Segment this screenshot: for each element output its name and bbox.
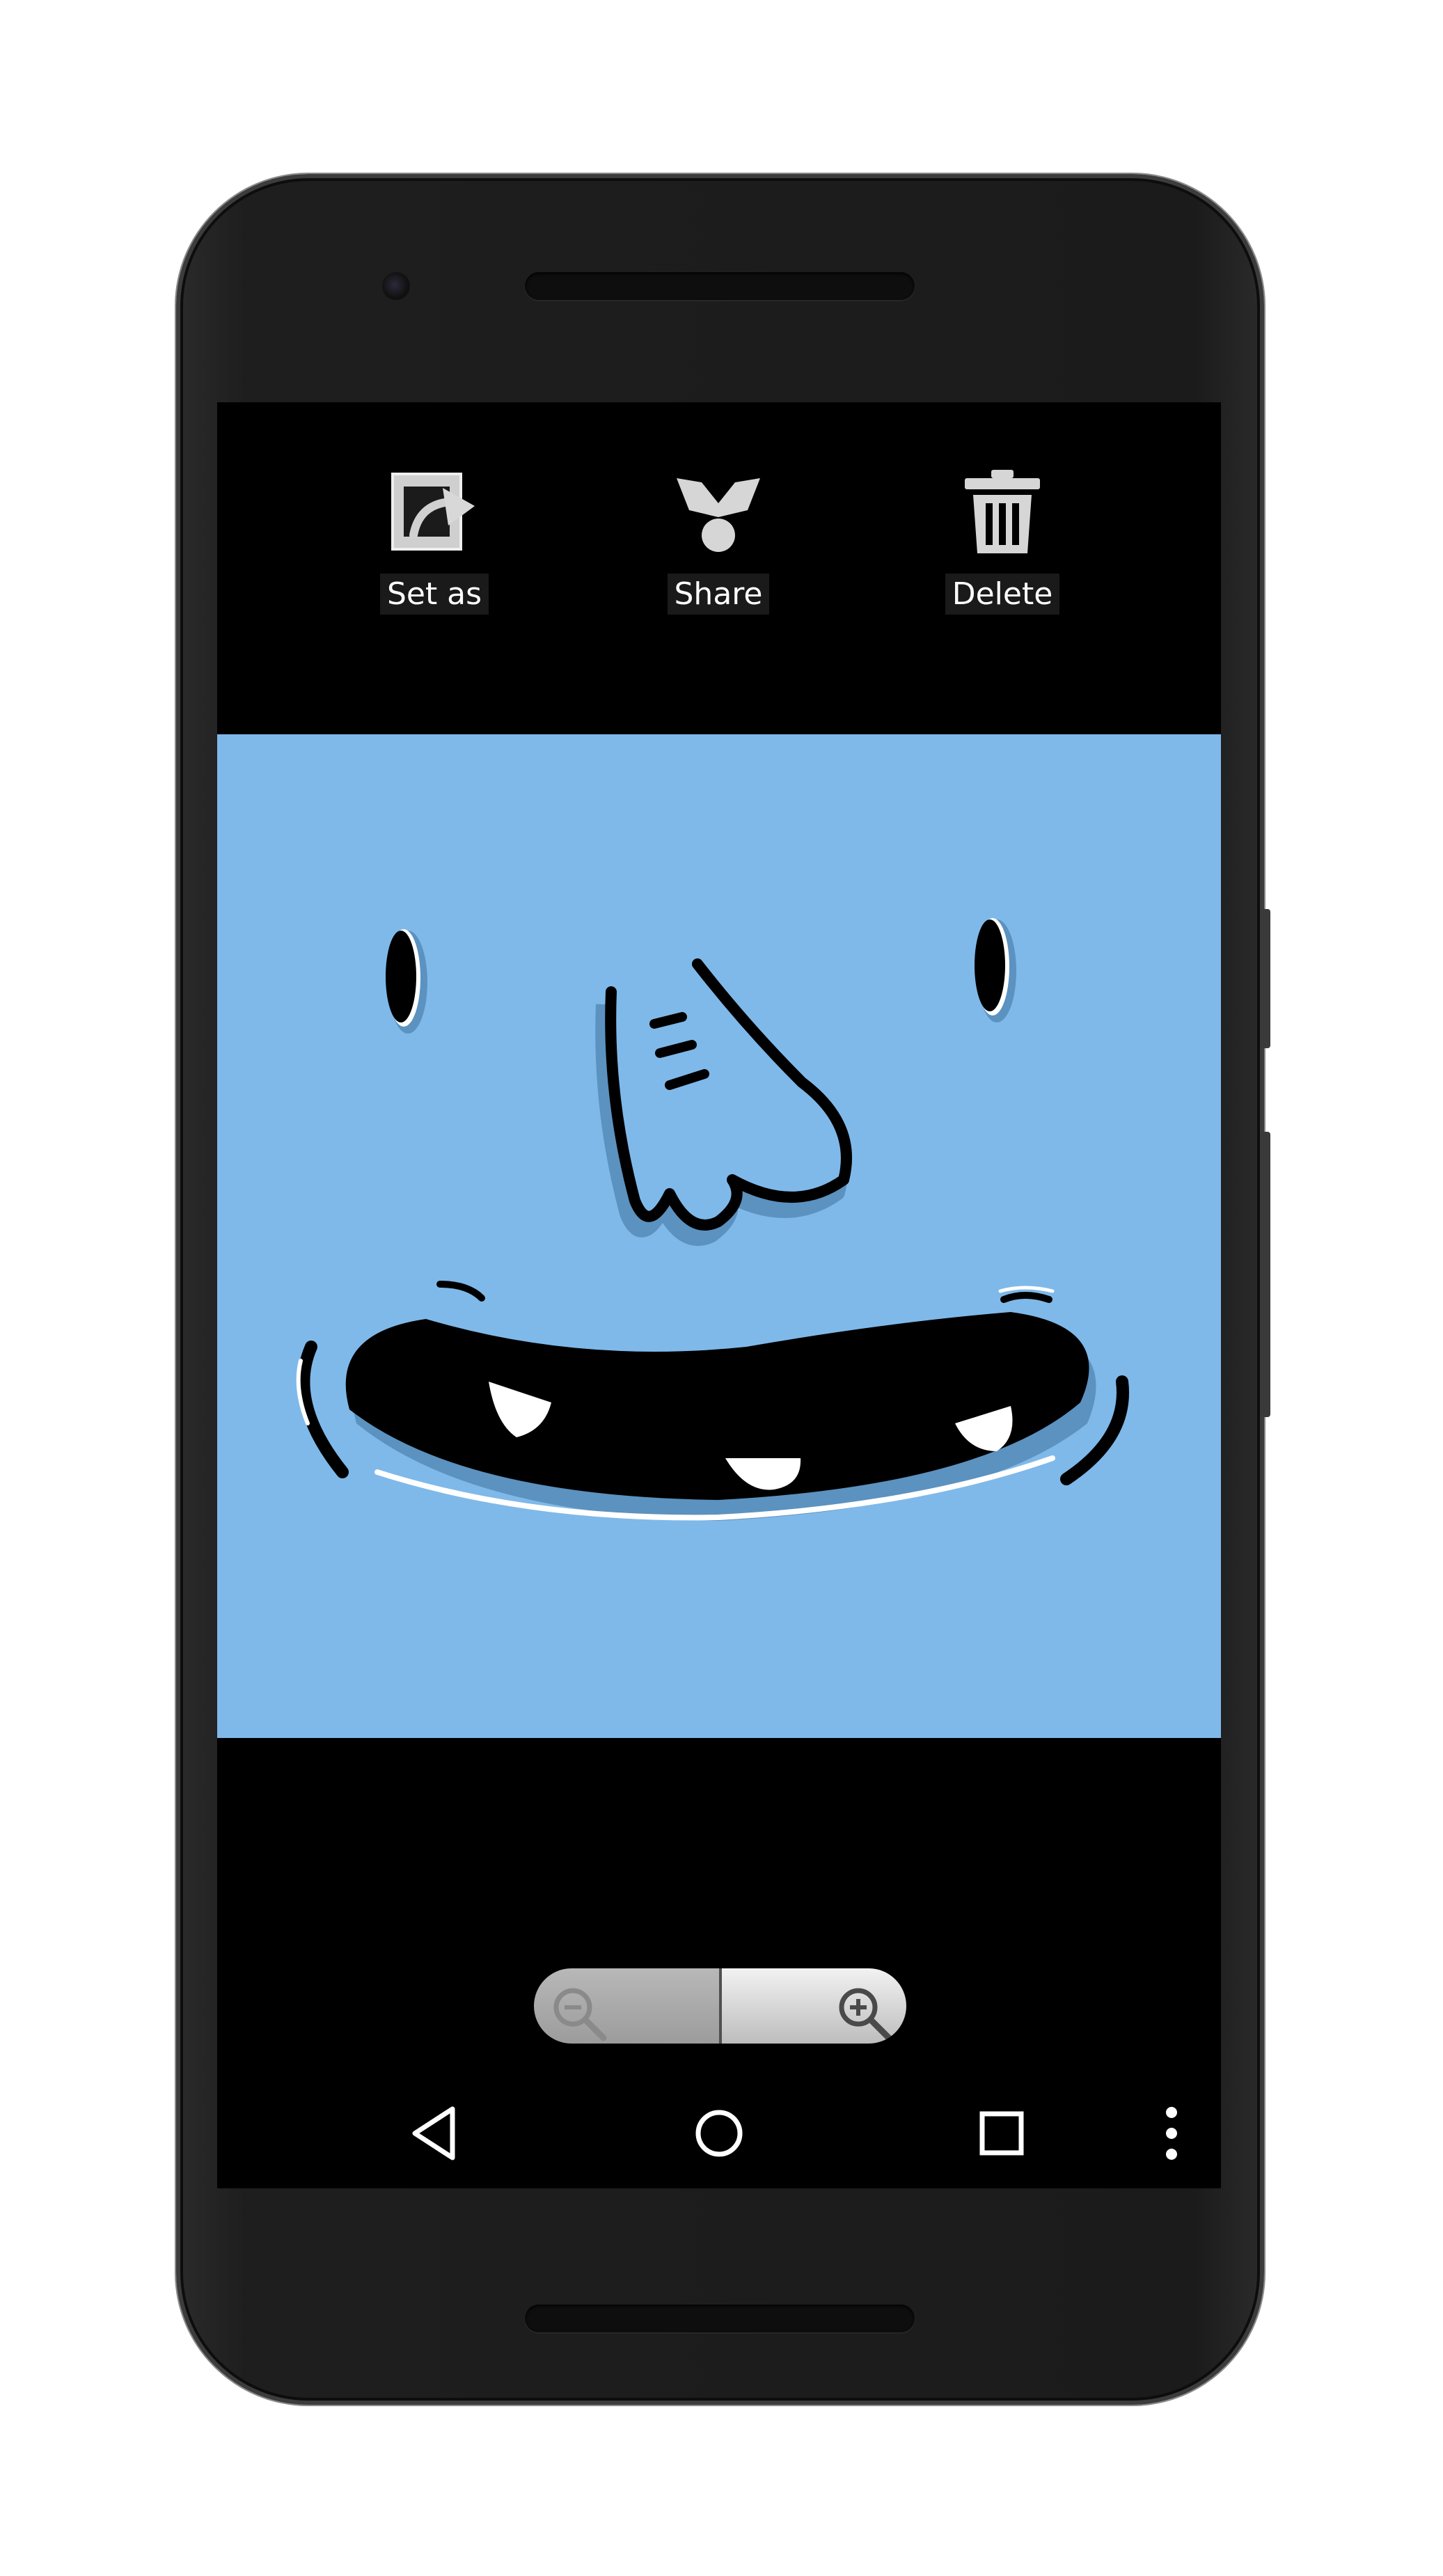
zoom-out-icon [553,1988,607,2041]
trash-icon [965,470,1040,553]
share-icon [677,478,760,552]
zoom-out-button[interactable] [534,1968,719,2044]
share-button[interactable]: Share [628,468,809,622]
set-as-icon [391,473,475,551]
set-as-label: Set as [379,574,489,615]
zoom-in-button[interactable] [718,1968,906,2044]
back-icon[interactable] [398,2095,475,2172]
zoom-control [534,1968,906,2044]
set-as-button[interactable]: Set as [344,468,525,622]
overflow-menu-icon[interactable] [1133,2095,1210,2172]
action-bar: Set as Share Delete [217,402,1221,734]
zoom-in-icon [839,1988,892,2041]
screen: Set as Share Delete [217,402,1221,2188]
blue-face-illustration [296,918,1129,1521]
volume-button [1261,1132,1270,1417]
home-icon[interactable] [681,2095,757,2172]
top-speaker [525,272,915,300]
share-label: Share [667,574,770,615]
recents-icon[interactable] [963,2095,1040,2172]
photo-viewer[interactable] [217,734,1221,1738]
front-camera [382,272,410,300]
bottom-speaker [525,2305,915,2332]
delete-label: Delete [945,574,1060,615]
power-button [1261,909,1270,1048]
navigation-bar [217,2073,1221,2188]
delete-button[interactable]: Delete [912,468,1093,622]
